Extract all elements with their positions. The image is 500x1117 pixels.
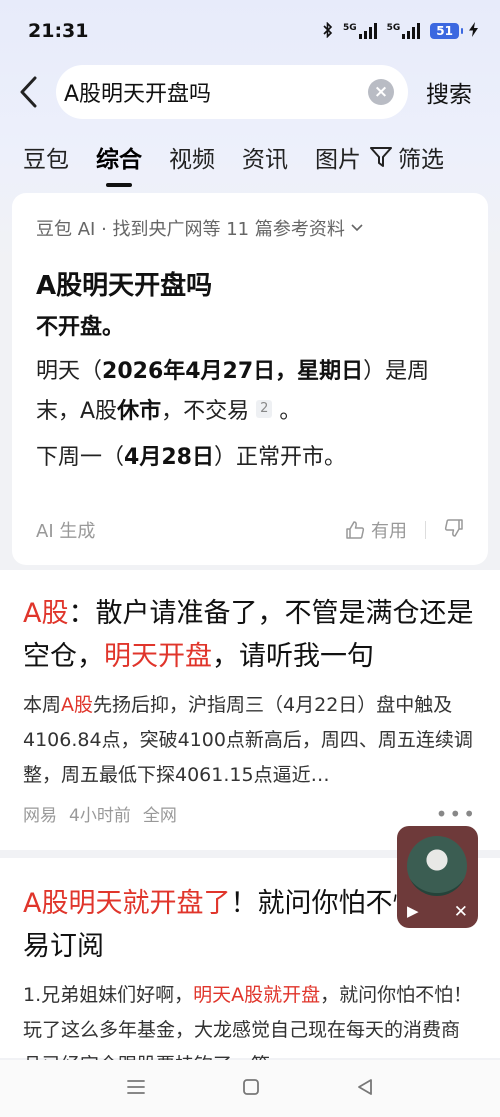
menu-icon xyxy=(127,1079,145,1094)
chevron-down-icon xyxy=(351,224,363,232)
home-square-icon xyxy=(243,1078,259,1095)
signal-icon-1: 5G xyxy=(343,23,377,39)
signal-icon-2: 5G xyxy=(387,23,421,39)
clear-icon[interactable]: × xyxy=(368,79,394,105)
thumbs-down-button[interactable] xyxy=(444,518,464,543)
home-nav-button[interactable] xyxy=(242,1078,260,1100)
ai-card-footer: AI 生成 有用 xyxy=(36,517,464,543)
feedback-group: 有用 xyxy=(345,517,464,543)
play-icon[interactable]: ▶ xyxy=(407,902,419,920)
system-navigation-bar xyxy=(0,1060,500,1117)
thumbs-down-icon xyxy=(444,518,463,537)
back-triangle-icon xyxy=(358,1078,372,1095)
tab-doubao[interactable]: 豆包 xyxy=(23,140,69,174)
back-nav-button[interactable] xyxy=(356,1078,374,1100)
close-icon[interactable]: ✕ xyxy=(454,902,468,922)
result-snippet: 1.兄弟姐妹们好啊，明天A股就开盘，就问你怕不怕！玩了这么多年基金，大龙感觉自己… xyxy=(23,984,473,1066)
ai-answer-paragraph-2: 下周一（4月28日）正常开市。 xyxy=(36,445,346,470)
charging-icon xyxy=(469,22,478,40)
useful-label: 有用 xyxy=(371,521,407,542)
status-time: 21:31 xyxy=(28,20,89,42)
tab-news[interactable]: 资讯 xyxy=(242,140,288,174)
floating-video-player[interactable]: ▶ ✕ xyxy=(397,826,478,928)
tab-images[interactable]: 图片 xyxy=(315,140,361,174)
result-meta: 网易 4小时前 全网 ••• xyxy=(23,801,477,827)
ai-answer-card: 豆包 AI · 找到央广网等 11 篇参考资料 A股明天开盘吗 不开盘。 明天（… xyxy=(12,193,488,565)
battery-icon: 51 xyxy=(430,23,463,39)
search-tabs: 豆包 综合 视频 资讯 图片 筛选 xyxy=(0,132,500,187)
ai-generated-label: AI 生成 xyxy=(36,521,96,542)
search-input[interactable]: A股明天开盘吗 × xyxy=(56,65,408,119)
thumbs-up-button[interactable]: 有用 xyxy=(345,517,407,543)
ai-answer-title: A股明天开盘吗 xyxy=(36,271,213,301)
result-time: 4小时前 xyxy=(69,806,131,826)
status-bar: 21:31 5G 5G 51 xyxy=(0,0,500,62)
thumbs-up-icon xyxy=(346,521,365,539)
search-row: A股明天开盘吗 × 搜索 xyxy=(0,64,500,120)
result-scope: 全网 xyxy=(142,806,177,826)
search-result-item[interactable]: A股：散户请准备了，不管是满仓还是空仓，明天开盘，请听我一句 本周A股先扬后抑，… xyxy=(0,570,500,850)
result-source: 网易 xyxy=(23,806,57,826)
status-icons: 5G 5G 51 xyxy=(323,21,478,41)
search-query-text[interactable]: A股明天开盘吗 xyxy=(64,76,368,108)
menu-nav-button[interactable] xyxy=(126,1079,146,1099)
search-button[interactable]: 搜索 xyxy=(426,75,472,109)
back-button[interactable] xyxy=(0,64,56,120)
bluetooth-icon xyxy=(323,21,333,41)
ai-source-line[interactable]: 豆包 AI · 找到央广网等 11 篇参考资料 xyxy=(36,215,464,241)
tab-comprehensive[interactable]: 综合 xyxy=(96,140,142,187)
tab-video[interactable]: 视频 xyxy=(169,140,215,174)
citation-badge[interactable]: 2 xyxy=(256,400,273,418)
ai-answer-paragraph-1: 明天（2026年4月27日，星期日）是周末，A股休市，不交易 2 。 xyxy=(36,359,430,424)
ai-source-text: 豆包 AI · 找到央广网等 11 篇参考资料 xyxy=(36,219,345,240)
filter-button[interactable]: 筛选 xyxy=(369,140,444,174)
result-snippet: 本周A股先扬后抑，沪指周三（4月22日）盘中触及4106.84点，突破4100点… xyxy=(23,694,473,786)
filter-label: 筛选 xyxy=(398,147,444,173)
feedback-divider xyxy=(425,521,426,539)
more-options-icon[interactable]: ••• xyxy=(436,802,477,826)
filter-icon xyxy=(370,147,392,167)
ai-answer-summary: 不开盘。 xyxy=(36,315,125,340)
back-arrow-icon xyxy=(20,76,37,108)
video-thumbnail xyxy=(407,836,467,896)
result-title[interactable]: A股：散户请准备了，不管是满仓还是空仓，明天开盘，请听我一句 xyxy=(23,592,477,678)
